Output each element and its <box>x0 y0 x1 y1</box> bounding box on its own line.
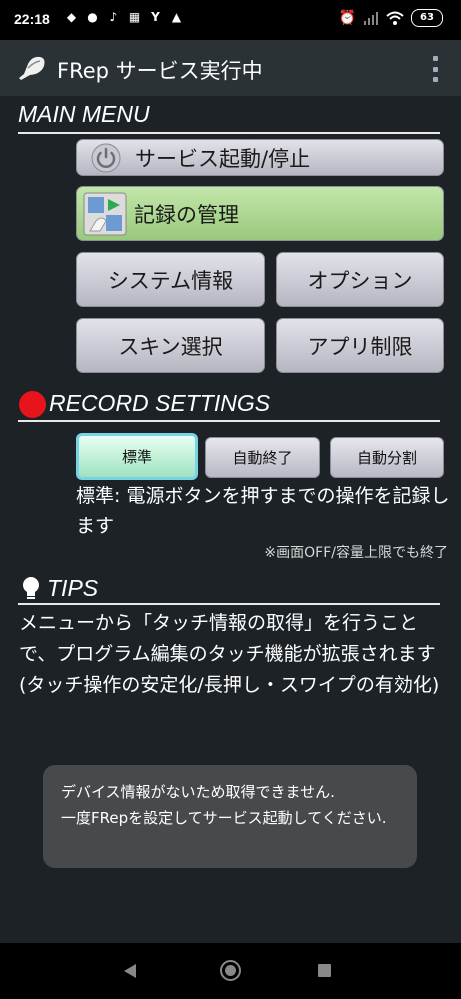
power-icon <box>91 143 121 172</box>
main-menu-divider <box>18 132 440 134</box>
signal-icon <box>364 12 378 25</box>
wifi-icon <box>386 11 404 25</box>
mode-standard-label: 標準 <box>121 448 152 466</box>
toast-line-1: デバイス情報がないため取得できません. <box>61 783 335 801</box>
record-manager-icon <box>83 192 127 235</box>
options-label: オプション <box>307 268 413 293</box>
mode-auto-stop-button[interactable]: 自動終了 <box>205 437 320 478</box>
battery-indicator: 63 <box>411 9 443 27</box>
warning-icon: ▲ <box>171 10 182 24</box>
system-info-label: システム情報 <box>107 268 234 293</box>
tiktok-icon: ♪ <box>109 10 118 24</box>
service-toggle-label: サービス起動/停止 <box>135 146 311 171</box>
record-management-label: 記録の管理 <box>134 202 239 227</box>
app-bar: FRep サービス実行中 <box>0 40 461 96</box>
notification-icons: ◆ ● ♪ ▦ Y ▲ <box>64 10 184 25</box>
service-toggle-button[interactable]: サービス起動/停止 <box>76 139 444 176</box>
system-info-button[interactable]: システム情報 <box>76 252 265 307</box>
maps-icon: ◆ <box>66 10 77 24</box>
tips-text: メニューから「タッチ情報の取得」を行うことで、プログラム編集のタッチ機能が拡張さ… <box>19 612 440 696</box>
main-menu-title: MAIN MENU <box>18 101 150 127</box>
alarm-icon: ⏰ <box>338 10 356 26</box>
mode-standard-button[interactable]: 標準 <box>76 433 198 480</box>
toast-message: デバイス情報がないため取得できません. 一度FRepを設定してサービス起動してく… <box>43 765 417 868</box>
mode-note: ※画面OFF/容量上限でも終了 <box>264 545 448 561</box>
toast-line-2: 一度FRepを設定してサービス起動してください. <box>61 809 387 827</box>
line-icon: ● <box>87 10 98 24</box>
lightbulb-icon <box>23 577 39 599</box>
skin-select-button[interactable]: スキン選択 <box>76 318 265 373</box>
app-limit-button[interactable]: アプリ制限 <box>276 318 444 373</box>
record-settings-title: RECORD SETTINGS <box>49 390 271 416</box>
record-management-button[interactable]: 記録の管理 <box>76 186 444 241</box>
skin-select-label: スキン選択 <box>118 334 223 359</box>
mode-auto-stop-label: 自動終了 <box>232 449 293 467</box>
status-bar: 22:18 ◆ ● ♪ ▦ Y ▲ ⏰ 63 <box>0 0 461 40</box>
yahoo-icon: Y <box>151 10 160 24</box>
record-settings-divider <box>18 420 440 422</box>
tips-divider <box>18 603 440 605</box>
back-icon[interactable] <box>124 964 136 978</box>
options-button[interactable]: オプション <box>276 252 444 307</box>
recent-apps-icon[interactable] <box>318 964 331 977</box>
status-icons: ⏰ 63 <box>339 9 443 27</box>
navigation-bar <box>0 943 461 999</box>
frep-logo-icon <box>19 56 45 80</box>
app-title: FRep サービス実行中 <box>57 59 263 83</box>
overflow-menu-icon[interactable] <box>431 56 439 82</box>
tips-title: TIPS <box>47 575 99 601</box>
mode-auto-split-button[interactable]: 自動分割 <box>330 437 444 478</box>
qr-icon: ▦ <box>128 10 141 24</box>
home-icon[interactable] <box>220 960 241 981</box>
mode-description: 標準: 電源ボタンを押すまでの操作を記録します <box>76 485 450 537</box>
mode-auto-split-label: 自動分割 <box>356 449 417 467</box>
clock: 22:18 <box>14 11 50 27</box>
record-indicator-icon <box>19 391 46 418</box>
app-limit-label: アプリ制限 <box>307 334 413 359</box>
